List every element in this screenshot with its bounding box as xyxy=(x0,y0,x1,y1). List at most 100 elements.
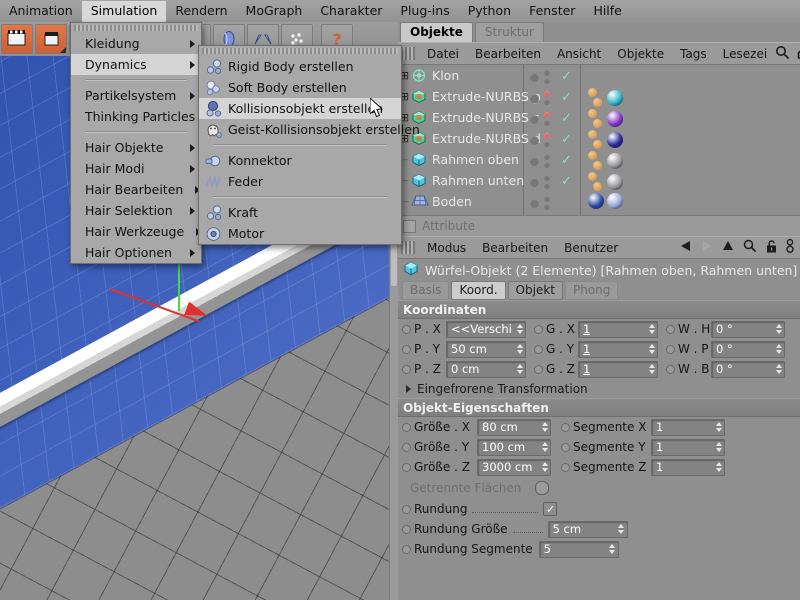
anim-dot[interactable] xyxy=(666,345,675,354)
material-tag-icon[interactable] xyxy=(588,130,597,139)
object-row[interactable]: —Rahmen oben✓ xyxy=(398,149,800,170)
menu-item-soft-body-erstellen[interactable]: Soft Body erstellen xyxy=(199,77,401,98)
render-region-icon[interactable] xyxy=(35,24,67,54)
material-sphere-icon[interactable] xyxy=(607,111,623,127)
object-list[interactable]: ⊞Klon✓⊞Extrude-NURBS p✓⊞Extrude-NURBS s✓… xyxy=(398,65,800,215)
render-visibility-dot-bottom[interactable] xyxy=(544,120,550,126)
spinner-icon[interactable] xyxy=(715,421,722,434)
render-visibility-dot-top[interactable] xyxy=(544,70,550,76)
anim-dot[interactable] xyxy=(402,463,411,472)
om-menu-tags[interactable]: Tags xyxy=(672,47,715,61)
menu-item-thinking-particles[interactable]: Thinking Particles xyxy=(71,106,201,127)
menu-dynamics[interactable]: Rigid Body erstellenSoft Body erstellenK… xyxy=(198,45,402,245)
menubar-item-charakter[interactable]: Charakter xyxy=(311,1,391,22)
menu-item-hair-optionen[interactable]: Hair Optionen xyxy=(71,242,201,263)
spinner-icon[interactable] xyxy=(648,363,655,376)
menubar-item-hilfe[interactable]: Hilfe xyxy=(584,1,630,22)
material-sphere-icon[interactable] xyxy=(607,174,623,190)
visibility-dots[interactable] xyxy=(530,133,550,147)
material-tag-icon[interactable] xyxy=(588,88,597,97)
anim-dot[interactable] xyxy=(402,345,411,354)
menu-tearoff-grip[interactable] xyxy=(202,48,398,54)
menu-item-kleidung[interactable]: Kleidung xyxy=(71,33,201,54)
render-visibility-dot-bottom[interactable] xyxy=(544,99,550,105)
numeric-input[interactable]: 1 xyxy=(578,341,658,358)
am-menu-benutzer[interactable]: Benutzer xyxy=(556,241,626,255)
spinner-icon[interactable] xyxy=(775,323,782,336)
menubar-item-python[interactable]: Python xyxy=(459,1,520,22)
tag-strip[interactable] xyxy=(588,172,623,191)
menu-item-dynamics[interactable]: Dynamics xyxy=(71,54,201,75)
material-tag-icon[interactable] xyxy=(588,109,597,118)
numeric-input[interactable]: 80 cm xyxy=(477,419,551,436)
om-menu-datei[interactable]: Datei xyxy=(419,47,467,61)
menubar-item-animation[interactable]: Animation xyxy=(0,1,82,22)
menu-item-motor[interactable]: Motor xyxy=(199,223,401,244)
om-menu-lesezei[interactable]: Lesezei xyxy=(715,47,776,61)
drag-grip-icon[interactable] xyxy=(401,47,415,60)
visibility-dots[interactable] xyxy=(530,91,550,105)
material-sphere-icon[interactable] xyxy=(588,193,604,209)
spinner-icon[interactable] xyxy=(715,461,722,474)
editor-visibility-dot[interactable] xyxy=(530,157,539,166)
am-menu-modus[interactable]: Modus xyxy=(419,241,474,255)
anim-dot[interactable] xyxy=(402,325,411,334)
spinner-icon[interactable] xyxy=(648,343,655,356)
object-row[interactable]: —Boden xyxy=(398,191,800,212)
enabled-check-icon[interactable]: ✓ xyxy=(561,114,572,124)
render-visibility-dot-top[interactable] xyxy=(544,154,550,160)
enabled-check-icon[interactable]: ✓ xyxy=(561,93,572,103)
visibility-dots[interactable] xyxy=(530,196,550,210)
menu-item-feder[interactable]: Feder xyxy=(199,171,401,192)
material-sphere-icon[interactable] xyxy=(607,90,623,106)
object-row[interactable]: ⊞Extrude-NURBS d✓ xyxy=(398,128,800,149)
tag-strip[interactable] xyxy=(588,88,623,107)
enabled-check-icon[interactable]: ✓ xyxy=(561,135,572,145)
search-icon[interactable] xyxy=(775,45,790,63)
menu-item-hair-werkzeuge[interactable]: Hair Werkzeuge xyxy=(71,221,201,242)
menu-item-geist-kollisionsobjekt-erstellen[interactable]: Geist-Kollisionsobjekt erstellen xyxy=(199,119,401,140)
material-tag-icon[interactable] xyxy=(593,182,602,191)
group-header-objekt-eigenschaften[interactable]: Objekt-Eigenschaften xyxy=(398,398,800,417)
anim-dot[interactable] xyxy=(534,345,543,354)
editor-visibility-dot[interactable] xyxy=(530,115,539,124)
spinner-icon[interactable] xyxy=(516,343,523,356)
om-menu-ansicht[interactable]: Ansicht xyxy=(549,47,609,61)
numeric-input[interactable]: 3000 cm xyxy=(477,459,551,476)
fillet-segments-anim-dot[interactable] xyxy=(402,545,411,554)
material-tag-icon[interactable] xyxy=(593,161,602,170)
material-sphere-icon[interactable] xyxy=(607,193,623,209)
tag-strip[interactable] xyxy=(588,109,623,128)
enabled-check-icon[interactable]: ✓ xyxy=(561,156,572,166)
separate-surfaces-checkbox[interactable] xyxy=(535,481,549,495)
up-arrow-icon[interactable] xyxy=(722,240,734,255)
numeric-input[interactable]: 1 xyxy=(578,361,658,378)
om-menu-objekte[interactable]: Objekte xyxy=(609,47,672,61)
back-arrow-icon[interactable] xyxy=(680,240,692,255)
render-visibility-dot-top[interactable] xyxy=(544,196,550,202)
spinner-icon[interactable] xyxy=(648,323,655,336)
object-row[interactable]: ⊞Klon✓ xyxy=(398,65,800,86)
attr-tab-basis[interactable]: Basis xyxy=(402,281,449,300)
menu-item-hair-objekte[interactable]: Hair Objekte xyxy=(71,137,201,158)
anim-dot[interactable] xyxy=(666,325,675,334)
material-tag-icon[interactable] xyxy=(593,119,602,128)
spinner-icon[interactable] xyxy=(516,323,523,336)
attr-tab-koord[interactable]: Koord. xyxy=(451,281,505,300)
material-tag-icon[interactable] xyxy=(588,151,597,160)
render-visibility-dot-bottom[interactable] xyxy=(544,78,550,84)
numeric-input[interactable]: 50 cm xyxy=(446,341,526,358)
material-tag-icon[interactable] xyxy=(588,172,597,181)
menu-item-hair-bearbeiten[interactable]: Hair Bearbeiten xyxy=(71,179,201,200)
am-menu-bearbeiten[interactable]: Bearbeiten xyxy=(474,241,556,255)
menubar-item-plug-ins[interactable]: Plug-ins xyxy=(391,1,458,22)
render-visibility-dot-bottom[interactable] xyxy=(544,204,550,210)
numeric-input[interactable]: 0 ° xyxy=(711,341,785,358)
render-visibility-dot-bottom[interactable] xyxy=(544,183,550,189)
menubar-item-simulation[interactable]: Simulation xyxy=(82,1,167,22)
menubar-item-fenster[interactable]: Fenster xyxy=(520,1,584,22)
anim-dot[interactable] xyxy=(561,463,570,472)
lock-open-icon[interactable] xyxy=(766,240,777,256)
fillet-segments-input[interactable]: 5 xyxy=(539,541,619,558)
menu-item-partikelsystem[interactable]: Partikelsystem xyxy=(71,85,201,106)
